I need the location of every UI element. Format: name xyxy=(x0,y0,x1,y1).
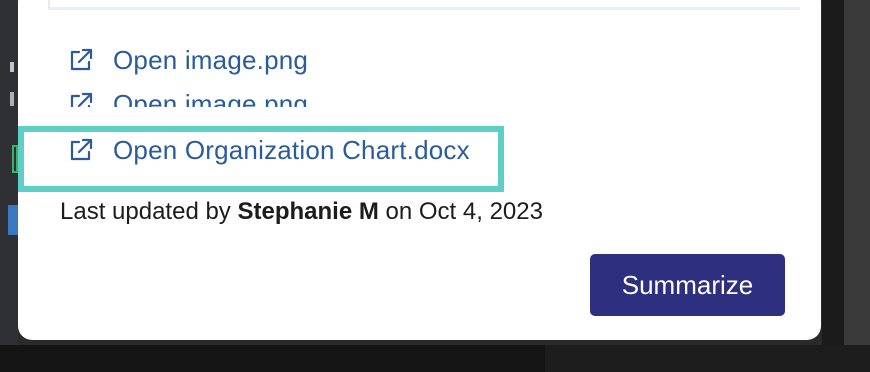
last-updated-middle: on xyxy=(385,198,413,225)
attachment-link-label: Open image.png xyxy=(113,88,309,108)
background-window-right xyxy=(822,0,844,345)
attachment-link-label: Open image.png xyxy=(113,44,309,75)
background-window-right-edge xyxy=(844,0,870,372)
summarize-button[interactable]: Summarize xyxy=(590,254,785,316)
last-updated-date: Oct 4, 2023 xyxy=(418,198,543,225)
background-mark xyxy=(10,92,14,106)
last-updated-text: Last updated by Stephanie M on Oct 4, 20… xyxy=(60,198,543,226)
attachment-row-clipped: Open image.png xyxy=(66,87,766,107)
last-updated-prefix: Last updated by xyxy=(60,198,231,225)
background-window-left xyxy=(0,0,18,345)
background-mark xyxy=(10,62,14,72)
background-bottom-bar xyxy=(0,345,870,372)
background-bottom-segment xyxy=(545,345,870,372)
background-mark xyxy=(8,205,18,235)
highlight-box xyxy=(18,126,504,192)
attachment-link-image-2[interactable]: Open image.png xyxy=(66,87,308,107)
external-link-icon xyxy=(66,45,96,75)
last-updated-user: Stephanie M xyxy=(237,198,379,225)
attachment-link-image-1[interactable]: Open image.png xyxy=(66,43,308,77)
external-link-icon xyxy=(66,89,96,107)
text-area-edge xyxy=(48,0,800,10)
